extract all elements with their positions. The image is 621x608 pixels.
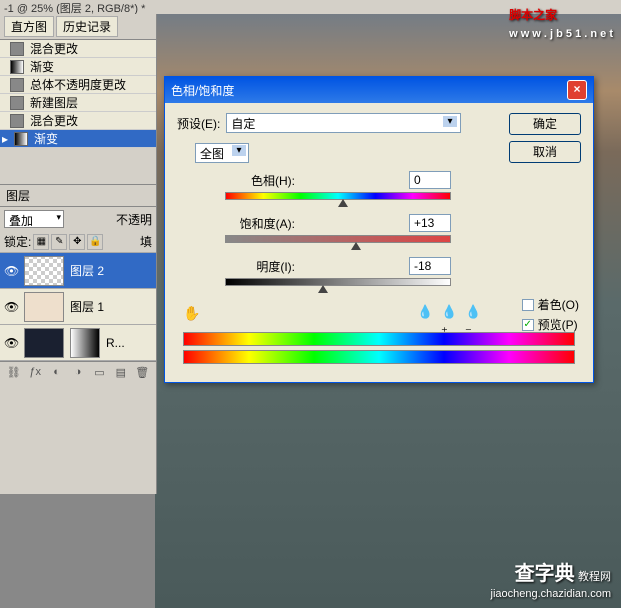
watermark-bottom: 查字典 教程网 jiaocheng.chazidian.com [491,557,611,600]
history-step-label: 混合更改 [30,40,78,57]
blend-mode-row: 叠加 不透明 [0,207,156,231]
hue-slider-thumb[interactable] [338,199,348,207]
saturation-slider-thumb[interactable] [351,242,361,250]
cancel-button[interactable]: 取消 [509,141,581,163]
layers-panel-title: 图层 [0,184,156,207]
eyedropper-subtract-icon[interactable]: 💧₋ [465,304,481,320]
layers-footer: ⛓ ƒx ◐ ◑ ▭ ▤ 🗑 [0,361,156,384]
lightness-input[interactable] [409,257,451,275]
colorize-label: 着色(O) [538,296,579,313]
dialog-title-text: 色相/饱和度 [171,82,234,99]
layer-row[interactable]: 👁 图层 2 [0,253,156,289]
tab-history[interactable]: 历史记录 [56,16,118,37]
history-step-label: 混合更改 [30,112,78,129]
hue-spectrum-before [183,332,575,346]
side-panels: 直方图 历史记录 混合更改渐变总体不透明度更改新建图层混合更改▸渐变 图层 叠加… [0,14,157,494]
link-icon[interactable]: ⛓ [6,366,21,380]
new-layer-icon[interactable]: ▤ [113,366,128,380]
layer-name[interactable]: 图层 1 [70,298,104,315]
layer-mask-thumbnail[interactable] [70,328,100,358]
lock-brush-icon[interactable]: ✎ [51,234,67,250]
blend-mode-select[interactable]: 叠加 [4,210,64,228]
lock-transparent-icon[interactable]: ▦ [33,234,49,250]
mask-icon[interactable]: ◐ [49,366,64,380]
preview-label: 预览(P) [538,316,578,333]
hue-slider[interactable] [225,192,451,200]
history-step-label: 新建图层 [30,94,78,111]
history-item[interactable]: 混合更改 [0,40,156,58]
history-item[interactable]: 渐变 [0,58,156,76]
hue-input[interactable] [409,171,451,189]
lightness-slider-thumb[interactable] [318,285,328,293]
lock-row: 锁定: ▦ ✎ ✥ 🔒 填 [0,231,156,253]
visibility-icon[interactable]: 👁 [4,336,18,350]
lock-all-icon[interactable]: 🔒 [87,234,103,250]
close-button[interactable]: × [567,80,587,100]
dialog-titlebar[interactable]: 色相/饱和度 × [165,77,593,103]
history-panel-tabs: 直方图 历史记录 [0,14,156,40]
layer-row[interactable]: 👁 图层 1 [0,289,156,325]
layer-row[interactable]: 👁 R... [0,325,156,361]
history-item[interactable]: 总体不透明度更改 [0,76,156,94]
visibility-icon[interactable]: 👁 [4,264,18,278]
lightness-slider[interactable] [225,278,451,286]
preset-select[interactable]: 自定 [226,113,461,133]
visibility-icon[interactable]: 👁 [4,300,18,314]
hue-spectrum-after [183,350,575,364]
saturation-label: 饱和度(A): [225,215,295,232]
history-item[interactable]: ▸渐变 [0,130,156,148]
tab-histogram[interactable]: 直方图 [4,16,54,37]
history-step-icon [10,114,24,128]
history-list: 混合更改渐变总体不透明度更改新建图层混合更改▸渐变 [0,40,156,148]
hue-saturation-dialog: 色相/饱和度 × 预设(E): 自定 确定 取消 全图 色相(H): 饱 [164,76,594,383]
layer-name[interactable]: 图层 2 [70,262,104,279]
ok-button[interactable]: 确定 [509,113,581,135]
folder-icon[interactable]: ▭ [92,366,107,380]
scrubby-hand-icon[interactable]: ✋ [183,305,200,322]
history-step-label: 渐变 [30,58,54,75]
preset-label: 预设(E): [177,115,220,132]
history-step-icon [10,96,24,110]
watermark-top: 脚本之家 w w w . j b 5 1 . n e t [509,6,613,42]
fx-icon[interactable]: ƒx [27,366,42,380]
lock-move-icon[interactable]: ✥ [69,234,85,250]
history-step-icon [10,42,24,56]
channel-select[interactable]: 全图 [195,143,249,163]
history-step-label: 渐变 [34,130,58,147]
history-item[interactable]: 混合更改 [0,112,156,130]
layer-thumbnail[interactable] [24,256,64,286]
preview-checkbox[interactable]: ✓ [522,319,534,331]
eyedropper-icon[interactable]: 💧 [417,304,433,320]
opacity-label: 不透明 [116,211,152,228]
layer-thumbnail[interactable] [24,328,64,358]
layer-thumbnail[interactable] [24,292,64,322]
trash-icon[interactable]: 🗑 [135,366,150,380]
hue-label: 色相(H): [225,172,295,189]
history-step-icon [10,60,24,74]
history-step-icon [14,132,28,146]
adjustment-icon[interactable]: ◑ [70,366,85,380]
history-item[interactable]: 新建图层 [0,94,156,112]
layer-name[interactable]: R... [106,336,125,350]
saturation-slider[interactable] [225,235,451,243]
lock-label: 锁定: [4,233,31,250]
eyedropper-add-icon[interactable]: 💧₊ [441,304,457,320]
colorize-checkbox[interactable] [522,299,534,311]
fill-label: 填 [140,233,152,250]
saturation-input[interactable] [409,214,451,232]
history-step-label: 总体不透明度更改 [30,76,126,93]
lightness-label: 明度(I): [225,258,295,275]
history-step-icon [10,78,24,92]
